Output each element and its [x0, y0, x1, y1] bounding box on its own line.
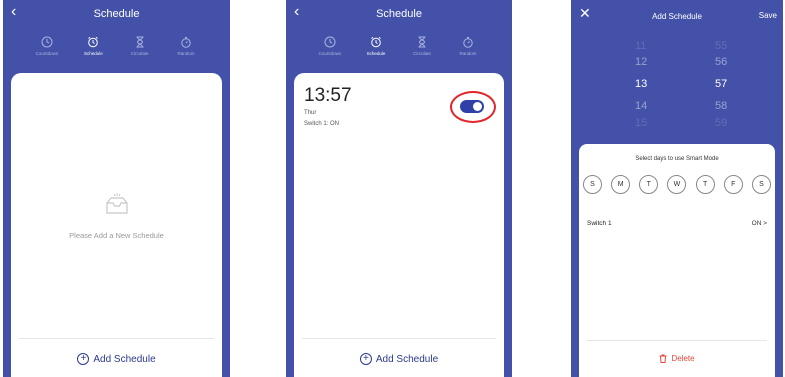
add-schedule-button[interactable]: + Add Schedule [11, 353, 222, 365]
hourglass-icon [418, 36, 426, 48]
add-schedule-label: Add Schedule [93, 353, 156, 365]
tab-label: Countdown [318, 51, 342, 56]
empty-state-text: Please Add a New Schedule [69, 231, 164, 240]
highlight-circle [450, 91, 496, 123]
clock-icon [41, 36, 53, 48]
delete-button[interactable]: Delete [579, 354, 775, 363]
schedule-card: Please Add a New Schedule + Add Schedule [11, 73, 222, 377]
stopwatch-icon [463, 37, 473, 48]
day-select-sheet: Select days to use Smart Mode S M T W T … [579, 144, 775, 377]
tab-label: Schedule [83, 51, 103, 56]
trash-icon [659, 354, 667, 363]
alarm-icon [88, 36, 99, 48]
schedule-day: Thur [304, 110, 317, 116]
screen-schedule-list: ‹ Schedule Countdown Schedule Circulate … [286, 0, 512, 377]
day-saturday[interactable]: S [751, 175, 771, 194]
tab-circulate[interactable]: Circulate [120, 36, 160, 56]
tab-label: Random [459, 51, 477, 56]
tab-schedule[interactable]: Schedule [73, 36, 113, 56]
switch-row[interactable]: Switch 1 ON > [587, 218, 767, 232]
picker-row: 15 59 [571, 117, 783, 137]
tab-label: Circulate [413, 51, 431, 56]
day-sunday[interactable]: S [583, 175, 602, 194]
picker-minute: 57 [715, 78, 728, 90]
page-title: Add Schedule [652, 12, 702, 21]
day-tuesday[interactable]: T [639, 175, 659, 194]
alarm-icon [371, 36, 381, 48]
day-friday[interactable]: F [723, 175, 743, 194]
save-button[interactable]: Save [759, 11, 777, 20]
tab-label: Circulate [130, 51, 149, 56]
empty-inbox-icon [105, 193, 128, 214]
picker-hour: 13 [635, 78, 648, 90]
picker-row-selected: 13 57 [571, 78, 783, 98]
page-title: Schedule [93, 8, 140, 20]
tab-schedule[interactable]: Schedule [356, 36, 396, 56]
plus-circle-icon: + [77, 353, 90, 365]
stopwatch-icon [181, 37, 191, 48]
tab-countdown[interactable]: Countdown [27, 36, 67, 56]
screen-add-schedule: ✕ Add Schedule Save 11 55 12 56 13 57 14… [571, 0, 783, 377]
picker-hour: 12 [635, 56, 648, 68]
tab-circulate[interactable]: Circulate [402, 36, 442, 56]
picker-row: 12 56 [571, 56, 783, 76]
tab-random[interactable]: Random [448, 36, 488, 56]
picker-minute: 58 [715, 100, 728, 112]
divider [302, 338, 496, 339]
schedule-switch-status: Switch 1: ON [304, 121, 340, 127]
screen-empty-schedule: ‹ Schedule Countdown Schedule Circulate … [3, 0, 230, 377]
clock-icon [324, 36, 336, 48]
day-thursday[interactable]: T [695, 175, 715, 194]
switch-value: ON > [751, 220, 767, 227]
picker-hour: 14 [635, 100, 648, 112]
sheet-title: Select days to use Smart Mode [635, 156, 719, 162]
tab-label: Countdown [35, 51, 59, 56]
tab-countdown[interactable]: Countdown [310, 36, 350, 56]
picker-minute: 56 [715, 56, 728, 68]
day-monday[interactable]: M [611, 175, 631, 194]
day-selector: S M T W T F S [583, 175, 771, 194]
divider [19, 338, 214, 339]
day-wednesday[interactable]: W [667, 175, 687, 194]
schedule-time: 13:57 [304, 85, 352, 106]
picker-minute: 55 [715, 40, 728, 52]
mode-tabs: Countdown Schedule Circulate Random [27, 36, 206, 56]
picker-minute: 59 [715, 117, 728, 129]
tab-random[interactable]: Random [166, 36, 206, 56]
schedule-card: 13:57 Thur Switch 1: ON + Add Schedule [294, 73, 504, 377]
switch-name: Switch 1 [587, 220, 612, 227]
tab-label: Random [177, 51, 195, 56]
tab-label: Schedule [366, 51, 386, 56]
add-schedule-label: Add Schedule [375, 353, 439, 365]
delete-label: Delete [671, 354, 695, 363]
mode-tabs: Countdown Schedule Circulate Random [310, 36, 488, 56]
divider [587, 340, 767, 341]
plus-circle-icon: + [359, 353, 372, 365]
page-title: Schedule [376, 8, 422, 20]
add-schedule-button[interactable]: + Add Schedule [294, 353, 504, 365]
picker-hour: 15 [635, 117, 648, 129]
hourglass-icon [136, 36, 144, 48]
picker-hour: 11 [635, 40, 647, 52]
